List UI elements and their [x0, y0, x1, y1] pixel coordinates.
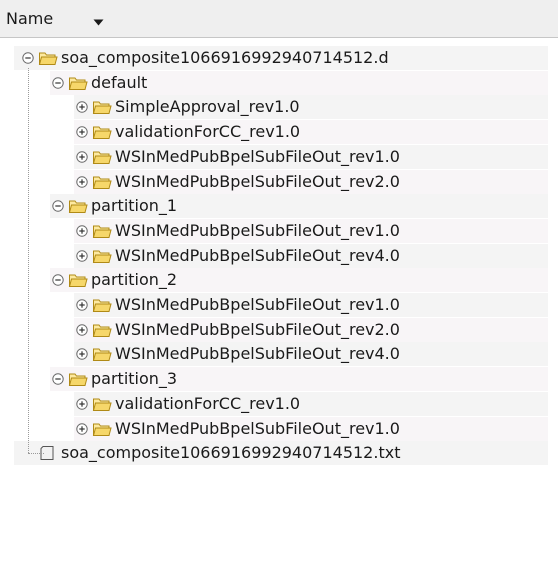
folder-icon — [92, 151, 112, 164]
column-name-label: Name — [6, 9, 54, 28]
expand-icon[interactable] — [76, 323, 88, 336]
tree-node[interactable]: WSInMedPubBpelSubFileOut_rev1.0 — [76, 417, 400, 441]
folder-name: WSInMedPubBpelSubFileOut_rev1.0 — [115, 220, 400, 240]
tree-row[interactable]: WSInMedPubBpelSubFileOut_rev1.0 — [74, 293, 548, 317]
folder-icon — [92, 101, 112, 115]
tree-node[interactable]: soa_composite1066916992940714512.d — [22, 46, 389, 70]
collapse-icon[interactable] — [52, 274, 64, 286]
folder-icon — [68, 77, 88, 90]
expand-icon[interactable] — [76, 398, 88, 410]
file-tree: soa_composite1066916992940714512.ddefaul… — [0, 38, 558, 584]
folder-name: partition_2 — [91, 270, 178, 290]
folder-icon — [68, 200, 88, 214]
tree-node[interactable]: WSInMedPubBpelSubFileOut_rev2.0 — [76, 170, 400, 194]
folder-icon — [92, 299, 112, 312]
expand-icon[interactable] — [76, 151, 88, 163]
tree-node[interactable]: partition_2 — [52, 268, 177, 292]
tree-row[interactable]: WSInMedPubBpelSubFileOut_rev1.0 — [74, 144, 548, 169]
folder-icon — [92, 225, 112, 238]
tree-node[interactable]: default — [52, 71, 147, 95]
expand-icon[interactable] — [76, 225, 88, 237]
column-header[interactable]: Name — [0, 0, 558, 38]
collapse-icon[interactable] — [52, 200, 64, 212]
folder-name: WSInMedPubBpelSubFileOut_rev1.0 — [115, 418, 400, 438]
folder-icon — [68, 274, 88, 288]
tree-row[interactable]: WSInMedPubBpelSubFileOut_rev1.0 — [74, 416, 548, 441]
tree-node[interactable]: WSInMedPubBpelSubFileOut_rev1.0 — [76, 293, 400, 317]
tree-node[interactable]: soa_composite1066916992940714512.txt — [22, 441, 400, 465]
expand-icon[interactable] — [76, 175, 88, 188]
folder-icon — [92, 176, 112, 189]
folder-icon — [68, 373, 88, 387]
tree-row[interactable]: partition_2 — [50, 268, 548, 293]
folder-icon — [92, 250, 112, 263]
folder-name: SimpleApproval_rev1.0 — [115, 97, 300, 117]
expand-icon[interactable] — [76, 126, 88, 138]
expand-icon[interactable] — [76, 299, 88, 311]
tree-row[interactable]: validationForCC_rev1.0 — [74, 120, 548, 145]
tree-connector-branch — [28, 453, 44, 455]
folder-name: WSInMedPubBpelSubFileOut_rev2.0 — [115, 171, 400, 191]
expand-icon[interactable] — [76, 101, 88, 114]
tree-node[interactable]: validationForCC_rev1.0 — [76, 392, 300, 416]
tree-row[interactable]: SimpleApproval_rev1.0 — [74, 95, 548, 120]
folder-name: WSInMedPubBpelSubFileOut_rev1.0 — [115, 146, 400, 166]
folder-name: WSInMedPubBpelSubFileOut_rev2.0 — [115, 319, 400, 339]
tree-row[interactable]: validationForCC_rev1.0 — [74, 391, 548, 416]
tree-row[interactable]: WSInMedPubBpelSubFileOut_rev4.0 — [74, 243, 548, 268]
tree-connector-line — [28, 68, 29, 454]
tree-node[interactable]: WSInMedPubBpelSubFileOut_rev2.0 — [76, 318, 400, 342]
tree-row-file[interactable]: soa_composite1066916992940714512.txt — [14, 441, 548, 466]
folder-name: soa_composite1066916992940714512.d — [61, 48, 389, 67]
tree-node[interactable]: partition_1 — [52, 194, 177, 218]
tree-node[interactable]: SimpleApproval_rev1.0 — [76, 95, 300, 119]
folder-name: default — [91, 72, 148, 92]
tree-row[interactable]: partition_1 — [50, 194, 548, 219]
tree-row[interactable]: WSInMedPubBpelSubFileOut_rev2.0 — [74, 317, 548, 342]
folder-name: validationForCC_rev1.0 — [115, 393, 301, 413]
tree-row[interactable]: WSInMedPubBpelSubFileOut_rev2.0 — [74, 169, 548, 194]
folder-name: partition_3 — [91, 369, 178, 389]
folder-name: WSInMedPubBpelSubFileOut_rev4.0 — [115, 245, 400, 265]
file-name: soa_composite1066916992940714512.txt — [61, 443, 401, 463]
expand-icon[interactable] — [76, 422, 88, 435]
tree-row[interactable]: soa_composite1066916992940714512.d — [14, 46, 548, 70]
tree-row[interactable]: default — [50, 70, 548, 95]
folder-name: validationForCC_rev1.0 — [115, 122, 301, 142]
folder-icon — [92, 126, 112, 140]
tree-row[interactable]: WSInMedPubBpelSubFileOut_rev1.0 — [74, 218, 548, 243]
tree-node[interactable]: WSInMedPubBpelSubFileOut_rev4.0 — [76, 244, 400, 268]
expand-icon[interactable] — [76, 249, 88, 262]
folder-icon — [92, 423, 112, 436]
folder-name: WSInMedPubBpelSubFileOut_rev4.0 — [115, 344, 400, 364]
folder-name: partition_1 — [91, 196, 178, 216]
tree-node[interactable]: WSInMedPubBpelSubFileOut_rev1.0 — [76, 145, 400, 169]
tree-node[interactable]: WSInMedPubBpelSubFileOut_rev1.0 — [76, 219, 400, 243]
tree-node[interactable]: partition_3 — [52, 367, 177, 391]
tree-node[interactable]: WSInMedPubBpelSubFileOut_rev4.0 — [76, 342, 400, 366]
folder-name: WSInMedPubBpelSubFileOut_rev1.0 — [115, 295, 400, 314]
tree-node[interactable]: validationForCC_rev1.0 — [76, 120, 300, 144]
collapse-icon[interactable] — [52, 76, 64, 89]
folder-icon — [92, 348, 112, 362]
folder-icon — [38, 52, 58, 65]
expand-icon[interactable] — [76, 348, 88, 361]
folder-icon — [92, 398, 112, 411]
tree-row[interactable]: partition_3 — [50, 367, 548, 392]
collapse-icon[interactable] — [52, 373, 64, 385]
chevron-down-icon[interactable] — [93, 19, 104, 26]
folder-icon — [92, 324, 112, 337]
collapse-icon[interactable] — [22, 52, 34, 64]
tree-row[interactable]: WSInMedPubBpelSubFileOut_rev4.0 — [74, 342, 548, 367]
